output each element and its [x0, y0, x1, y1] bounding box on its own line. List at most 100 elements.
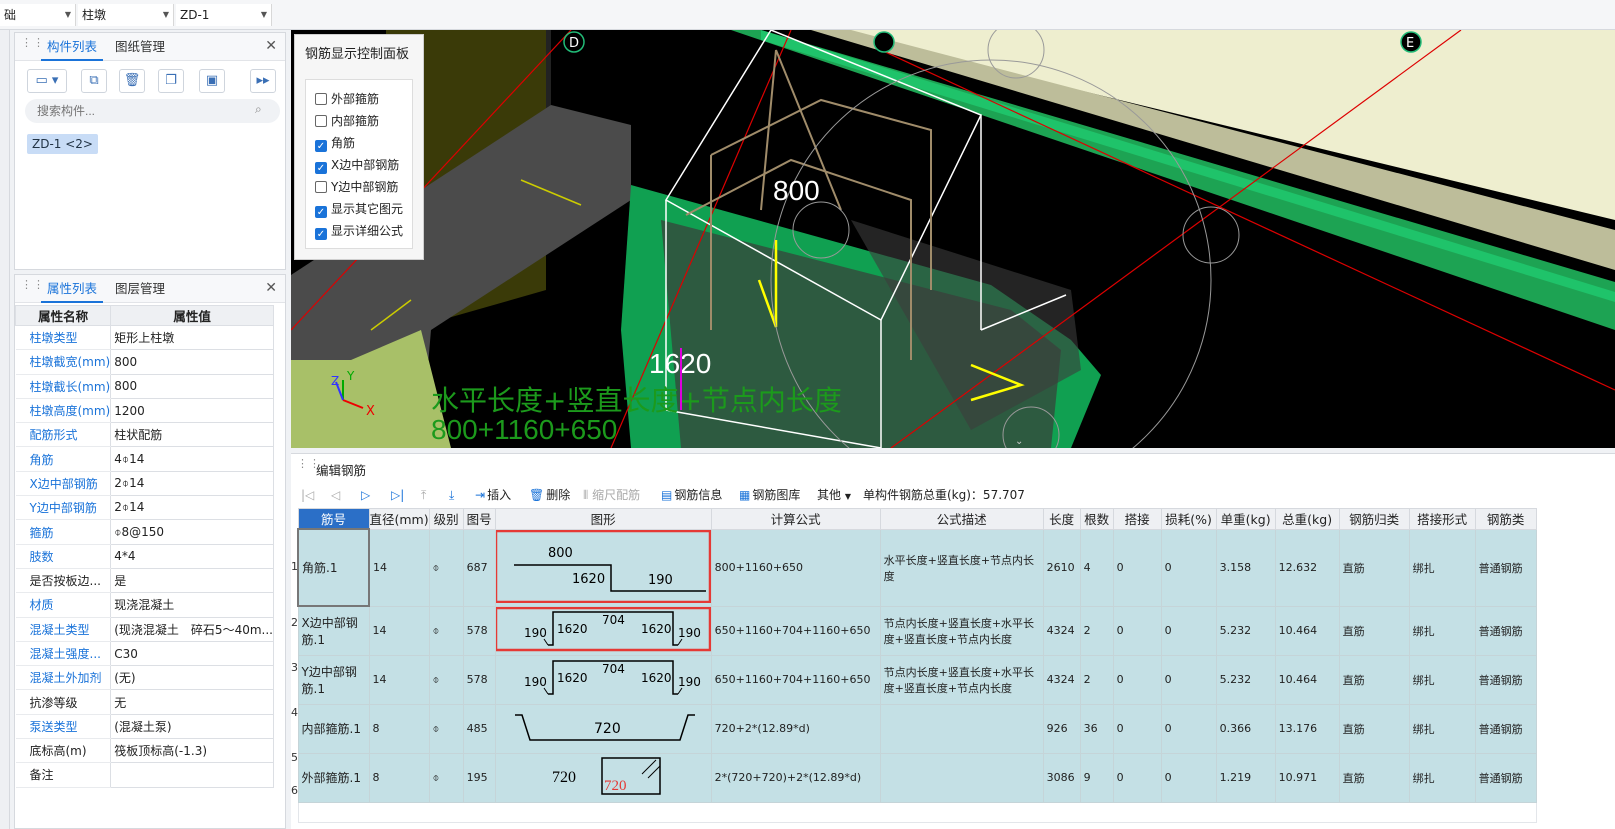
rebar-shape-cell[interactable]: 190 1620 704 1620 190: [494, 654, 712, 705]
category-combo[interactable]: 础 ▼: [0, 4, 76, 26]
column-header[interactable]: 图形: [494, 508, 712, 530]
rebar-shape-cell[interactable]: 190 1620 704 1620 190: [494, 605, 712, 656]
table-row[interactable]: X边中部钢筋.1 14 ⌽ 578 190 1620 704 1620 190 …: [297, 605, 1537, 656]
property-value[interactable]: 矩形上柱墩: [110, 324, 274, 351]
property-value[interactable]: 4*4: [110, 543, 274, 569]
column-header[interactable]: 筋号: [297, 508, 370, 530]
delete-row-button[interactable]: 🗑 删除: [529, 486, 570, 504]
property-value[interactable]: C30: [110, 640, 274, 667]
rebar-formula-desc[interactable]: [879, 703, 1044, 754]
rebar-diameter[interactable]: 14: [368, 605, 430, 656]
rebar-total-weight[interactable]: 10.971: [1274, 752, 1340, 803]
rebar-type[interactable]: 普通钢筋: [1474, 703, 1537, 754]
column-header[interactable]: 图号: [462, 508, 496, 530]
rebar-unit-weight[interactable]: 5.232: [1215, 654, 1276, 705]
rebar-formula[interactable]: 650+1160+704+1160+650: [710, 654, 881, 705]
rebar-length[interactable]: 926: [1042, 703, 1081, 754]
checkbox-checked-icon[interactable]: ✓: [315, 228, 327, 240]
rebar-figure-no[interactable]: 485: [462, 703, 496, 754]
component-type-combo[interactable]: 柱墩 ▼: [78, 4, 174, 26]
rebar-grade[interactable]: ⌽: [428, 528, 464, 607]
rebar-diameter[interactable]: 14: [368, 654, 430, 705]
rebar-total-weight[interactable]: 10.464: [1274, 605, 1340, 656]
empty-row-cell[interactable]: [297, 801, 1537, 823]
rebar-lap[interactable]: 0: [1112, 605, 1162, 656]
rebar-category[interactable]: 直筋: [1338, 528, 1410, 607]
grip-icon[interactable]: ⋮⋮: [21, 279, 44, 297]
column-header[interactable]: 计算公式: [710, 508, 881, 530]
column-header[interactable]: 单重(kg): [1215, 508, 1276, 530]
rebar-figure-no[interactable]: 578: [462, 605, 496, 656]
property-value[interactable]: [110, 762, 274, 788]
rebar-total-weight[interactable]: 12.632: [1274, 528, 1340, 607]
rebar-diameter[interactable]: 14: [368, 528, 430, 607]
property-value[interactable]: 800: [110, 349, 274, 375]
checkbox-corner-rebar[interactable]: ✓ 角筋: [315, 134, 355, 152]
rebar-unit-weight[interactable]: 0.366: [1215, 703, 1276, 754]
checkbox-icon[interactable]: [315, 181, 327, 193]
component-item-zd1[interactable]: ZD-1 <2>: [27, 134, 98, 154]
rebar-name[interactable]: 角筋.1: [297, 528, 370, 607]
checkbox-icon[interactable]: [315, 115, 327, 127]
rebar-shape-cell[interactable]: 720 720: [494, 752, 712, 803]
rebar-length[interactable]: 4324: [1042, 605, 1081, 656]
search-input[interactable]: [25, 99, 280, 123]
rebar-count[interactable]: 2: [1079, 654, 1114, 705]
property-value[interactable]: 1200: [110, 397, 274, 424]
checkbox-inner-stirrup[interactable]: 内部箍筋: [315, 112, 379, 130]
property-value[interactable]: 现浇混凝土: [110, 592, 274, 618]
rebar-lap[interactable]: 0: [1112, 752, 1162, 803]
column-header[interactable]: 公式描述: [879, 508, 1044, 530]
rebar-type[interactable]: 普通钢筋: [1474, 752, 1537, 803]
column-header[interactable]: 直径(mm): [368, 508, 430, 530]
rebar-lap[interactable]: 0: [1112, 528, 1162, 607]
rebar-diameter[interactable]: 8: [368, 752, 430, 803]
rebar-formula-desc[interactable]: [879, 752, 1044, 803]
checkbox-checked-icon[interactable]: ✓: [315, 206, 327, 218]
rebar-loss[interactable]: 0: [1160, 752, 1217, 803]
rebar-grade[interactable]: ⌽: [428, 605, 464, 656]
rebar-count[interactable]: 2: [1079, 605, 1114, 656]
rebar-length[interactable]: 4324: [1042, 654, 1081, 705]
rebar-info-button[interactable]: ▤ 钢筋信息: [661, 486, 722, 504]
table-row[interactable]: 角筋.1 14 ⌽ 687 800 1620 190 800+1160+650 …: [297, 528, 1537, 607]
rebar-length[interactable]: 2610: [1042, 528, 1081, 607]
checkbox-checked-icon[interactable]: ✓: [315, 162, 327, 174]
rebar-figure-no[interactable]: 687: [462, 528, 496, 607]
rebar-formula[interactable]: 2*(720+720)+2*(12.89*d): [710, 752, 881, 803]
rebar-lap[interactable]: 0: [1112, 703, 1162, 754]
checkbox-outer-stirrup[interactable]: 外部箍筋: [315, 90, 379, 108]
property-value[interactable]: 4⌽14: [110, 446, 274, 472]
rebar-total-weight[interactable]: 10.464: [1274, 654, 1340, 705]
checkbox-show-other-elements[interactable]: ✓ 显示其它图元: [315, 200, 403, 218]
rebar-lap-form[interactable]: 绑扎: [1408, 528, 1476, 607]
prev-record-button[interactable]: ◁: [331, 486, 340, 504]
component-name-combo[interactable]: ZD-1 ▼: [176, 4, 272, 26]
checkbox-show-detailed-formula[interactable]: ✓ 显示详细公式: [315, 222, 403, 240]
chevron-down-icon[interactable]: ⌄: [1015, 436, 1023, 447]
rebar-unit-weight[interactable]: 3.158: [1215, 528, 1276, 607]
rebar-figure-no[interactable]: 578: [462, 654, 496, 705]
rebar-count[interactable]: 4: [1079, 528, 1114, 607]
close-icon[interactable]: ✕: [265, 38, 277, 54]
rebar-formula[interactable]: 800+1160+650: [710, 528, 881, 607]
property-value[interactable]: 无: [110, 689, 274, 715]
copy-button[interactable]: ⧉: [81, 69, 107, 93]
rebar-category[interactable]: 直筋: [1338, 752, 1410, 803]
tab-property-list[interactable]: 属性列表: [41, 275, 104, 303]
rebar-loss[interactable]: 0: [1160, 605, 1217, 656]
table-row[interactable]: 内部箍筋.1 8 ⌽ 485 720 720+2*(12.89*d) 926 3…: [297, 703, 1537, 754]
column-header[interactable]: 长度: [1042, 508, 1081, 530]
delete-button[interactable]: 🗑: [119, 69, 145, 93]
property-value[interactable]: 是: [110, 567, 274, 594]
checkbox-y-middle-rebar[interactable]: Y边中部钢筋: [315, 178, 398, 196]
rebar-figure-no[interactable]: 195: [462, 752, 496, 803]
column-header[interactable]: 损耗(%): [1160, 508, 1217, 530]
rebar-category[interactable]: 直筋: [1338, 703, 1410, 754]
column-header[interactable]: 根数: [1079, 508, 1114, 530]
move-down-button[interactable]: ⤓: [449, 486, 454, 504]
checkbox-x-middle-rebar[interactable]: ✓ X边中部钢筋: [315, 156, 399, 174]
grip-icon[interactable]: ⋮⋮: [21, 37, 44, 55]
column-header[interactable]: 总重(kg): [1274, 508, 1340, 530]
property-value[interactable]: 2⌽14: [110, 470, 274, 497]
